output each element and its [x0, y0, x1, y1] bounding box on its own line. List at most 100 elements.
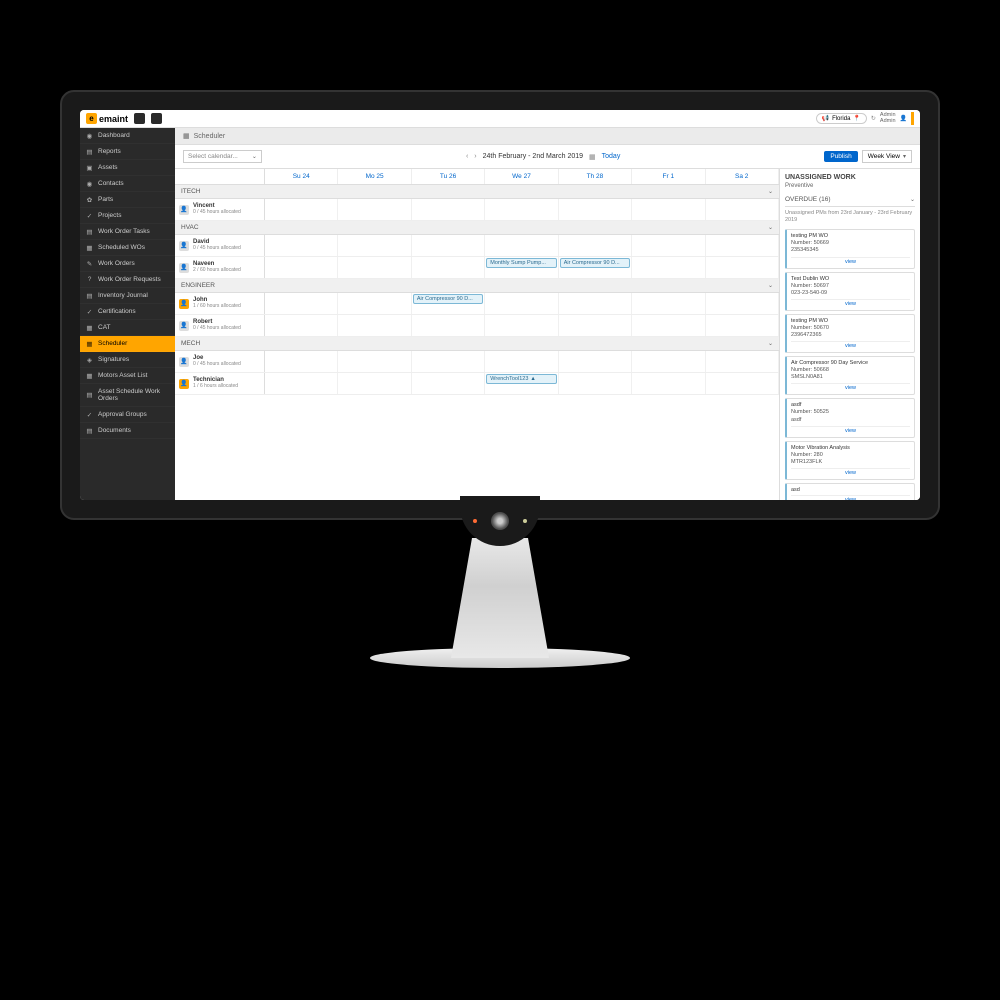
- day-slot[interactable]: [412, 315, 485, 336]
- day-slot[interactable]: [632, 235, 705, 256]
- sidebar-item-signatures[interactable]: ◈Signatures: [80, 352, 175, 368]
- day-slot[interactable]: [706, 373, 779, 394]
- day-slot[interactable]: [338, 293, 411, 314]
- overdue-header[interactable]: OVERDUE (16) ⌄: [785, 193, 915, 207]
- day-slot[interactable]: [412, 235, 485, 256]
- group-header[interactable]: HVAC⌄: [175, 221, 779, 235]
- sidebar-item-certifications[interactable]: ✓Certifications: [80, 304, 175, 320]
- day-slot[interactable]: [412, 351, 485, 372]
- publish-button[interactable]: Publish: [824, 151, 857, 162]
- group-header[interactable]: ITECH⌄: [175, 185, 779, 199]
- day-slot[interactable]: [265, 235, 338, 256]
- day-slot[interactable]: WrenchTool123 ▲: [485, 373, 558, 394]
- day-slot[interactable]: [338, 351, 411, 372]
- day-slot[interactable]: [706, 257, 779, 278]
- day-slot[interactable]: [412, 373, 485, 394]
- work-card[interactable]: asdview: [785, 483, 915, 500]
- sidebar-item-scheduler[interactable]: ▦Scheduler: [80, 336, 175, 352]
- sidebar-item-contacts[interactable]: ◉Contacts: [80, 176, 175, 192]
- card-view-link[interactable]: view: [791, 341, 910, 349]
- scheduled-event[interactable]: Air Compressor 90 D...: [560, 258, 630, 268]
- sidebar-item-work-order-tasks[interactable]: ▤Work Order Tasks: [80, 224, 175, 240]
- card-view-link[interactable]: view: [791, 468, 910, 476]
- menu-toggle-icon[interactable]: [134, 113, 145, 124]
- work-card[interactable]: Test Dublin WONumber: 50697023-23-540-09…: [785, 272, 915, 311]
- share-icon[interactable]: [151, 113, 162, 124]
- day-slot[interactable]: [485, 315, 558, 336]
- refresh-icon[interactable]: ↻: [871, 115, 876, 122]
- card-view-link[interactable]: view: [791, 495, 910, 500]
- day-slot[interactable]: [338, 199, 411, 220]
- day-slot[interactable]: [338, 257, 411, 278]
- view-mode-select[interactable]: Week View ▾: [862, 150, 912, 163]
- day-slot[interactable]: Air Compressor 90 D...: [412, 293, 485, 314]
- sidebar-item-scheduled-wos[interactable]: ▦Scheduled WOs: [80, 240, 175, 256]
- day-slot[interactable]: [485, 293, 558, 314]
- sidebar-item-reports[interactable]: ▤Reports: [80, 144, 175, 160]
- day-slot[interactable]: [485, 235, 558, 256]
- sidebar-item-cat[interactable]: ▦CAT: [80, 320, 175, 336]
- scheduled-event[interactable]: Air Compressor 90 D...: [413, 294, 483, 304]
- scheduled-event[interactable]: WrenchTool123 ▲: [486, 374, 556, 384]
- day-slot[interactable]: [412, 257, 485, 278]
- work-card[interactable]: testing PM WONumber: 50669235345345view: [785, 229, 915, 268]
- calendar-popup-icon[interactable]: ▦: [589, 153, 596, 161]
- day-slot[interactable]: [632, 373, 705, 394]
- day-slot[interactable]: [632, 315, 705, 336]
- day-slot[interactable]: [706, 199, 779, 220]
- group-header[interactable]: MECH⌄: [175, 337, 779, 351]
- sidebar-item-motors-asset-list[interactable]: ▦Motors Asset List: [80, 368, 175, 384]
- day-slot[interactable]: [559, 351, 632, 372]
- scheduled-event[interactable]: Monthly Sump Pump...: [486, 258, 556, 268]
- day-slot[interactable]: [706, 315, 779, 336]
- day-slot[interactable]: [559, 373, 632, 394]
- card-view-link[interactable]: view: [791, 257, 910, 265]
- day-slot[interactable]: Air Compressor 90 D...: [559, 257, 632, 278]
- day-slot[interactable]: [338, 235, 411, 256]
- sidebar-item-work-order-requests[interactable]: ?Work Order Requests: [80, 272, 175, 288]
- day-slot[interactable]: [265, 199, 338, 220]
- user-icon[interactable]: 👤: [900, 115, 907, 122]
- group-header[interactable]: ENGINEER⌄: [175, 279, 779, 293]
- work-card[interactable]: Air Compressor 90 Day ServiceNumber: 506…: [785, 356, 915, 395]
- day-slot[interactable]: [559, 293, 632, 314]
- day-slot[interactable]: [706, 351, 779, 372]
- calendar-select[interactable]: Select calendar... ⌄: [183, 150, 262, 163]
- card-view-link[interactable]: view: [791, 426, 910, 434]
- location-selector[interactable]: 📢 Florida 📍: [816, 113, 867, 124]
- day-slot[interactable]: [706, 293, 779, 314]
- sidebar-item-approval-groups[interactable]: ✓Approval Groups: [80, 407, 175, 423]
- work-card[interactable]: asdfNumber: 50525asdfview: [785, 398, 915, 437]
- day-slot[interactable]: [412, 199, 485, 220]
- day-slot[interactable]: [338, 373, 411, 394]
- sidebar-item-inventory-journal[interactable]: ▤Inventory Journal: [80, 288, 175, 304]
- day-slot[interactable]: [485, 199, 558, 220]
- day-slot[interactable]: [338, 315, 411, 336]
- day-slot[interactable]: [632, 351, 705, 372]
- card-view-link[interactable]: view: [791, 299, 910, 307]
- day-slot[interactable]: [559, 235, 632, 256]
- sidebar-item-asset-schedule-work-orders[interactable]: ▤Asset Schedule Work Orders: [80, 384, 175, 407]
- day-slot[interactable]: [265, 257, 338, 278]
- day-slot[interactable]: [632, 199, 705, 220]
- day-slot[interactable]: [265, 373, 338, 394]
- sidebar-item-work-orders[interactable]: ✎Work Orders: [80, 256, 175, 272]
- day-slot[interactable]: [265, 315, 338, 336]
- prev-week-button[interactable]: ‹: [466, 153, 468, 160]
- work-card[interactable]: Motor Vibration AnalysisNumber: 280MTR12…: [785, 441, 915, 480]
- today-button[interactable]: Today: [602, 153, 621, 160]
- sidebar-item-dashboard[interactable]: ◉Dashboard: [80, 128, 175, 144]
- next-week-button[interactable]: ›: [474, 153, 476, 160]
- sidebar-item-parts[interactable]: ✿Parts: [80, 192, 175, 208]
- work-card[interactable]: testing PM WONumber: 506702396472365view: [785, 314, 915, 353]
- sidebar-item-documents[interactable]: ▤Documents: [80, 423, 175, 439]
- sidebar-item-projects[interactable]: ✓Projects: [80, 208, 175, 224]
- day-slot[interactable]: [706, 235, 779, 256]
- day-slot[interactable]: [265, 351, 338, 372]
- day-slot[interactable]: [559, 199, 632, 220]
- day-slot[interactable]: [265, 293, 338, 314]
- card-view-link[interactable]: view: [791, 383, 910, 391]
- day-slot[interactable]: Monthly Sump Pump...: [485, 257, 558, 278]
- day-slot[interactable]: [559, 315, 632, 336]
- day-slot[interactable]: [485, 351, 558, 372]
